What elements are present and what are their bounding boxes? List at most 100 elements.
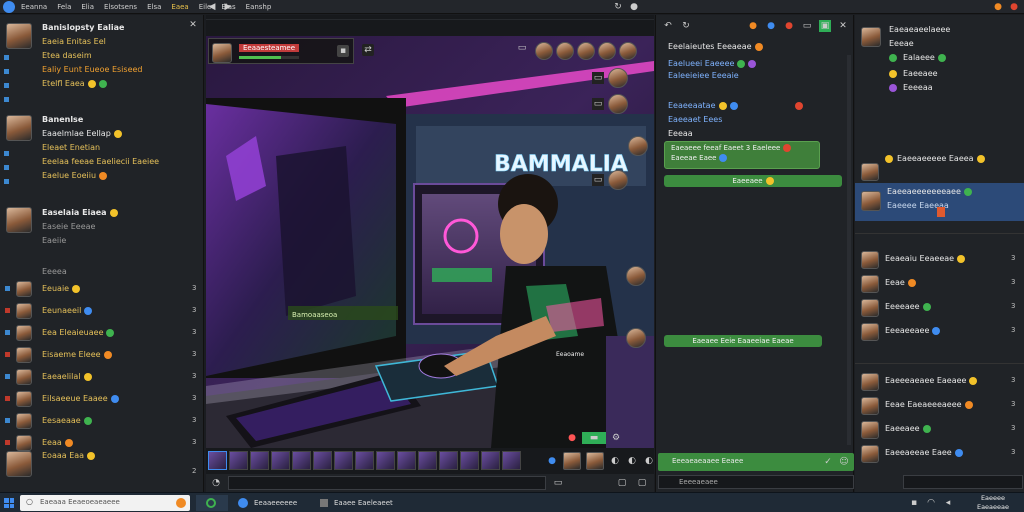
thumbnail[interactable]: [250, 451, 269, 470]
emoji-icon[interactable]: ◔: [210, 477, 222, 489]
close-icon[interactable]: ✕: [837, 20, 849, 32]
stream-input[interactable]: [228, 476, 546, 490]
avatar[interactable]: [861, 299, 879, 317]
emoji-icon[interactable]: ☺: [838, 456, 850, 468]
avatar[interactable]: [861, 445, 879, 463]
menu-item[interactable]: Elsa: [147, 3, 161, 11]
taskbar-app[interactable]: Eaaee Eaeleaeet: [318, 495, 408, 511]
thumbnail[interactable]: [481, 451, 500, 470]
viewer-avatar[interactable]: [563, 452, 581, 470]
tray-icon[interactable]: ▪: [908, 497, 920, 509]
viewer-avatar[interactable]: [608, 170, 628, 190]
user-row[interactable]: Eeaa: [42, 438, 73, 447]
user-row[interactable]: Eeeeaee: [885, 302, 931, 311]
viewer-avatar[interactable]: [598, 42, 616, 60]
avatar[interactable]: [16, 281, 32, 297]
viewer-avatar[interactable]: [626, 328, 646, 348]
cam-icon[interactable]: ▭: [592, 72, 604, 84]
thumbnail[interactable]: [271, 451, 290, 470]
avatar[interactable]: [861, 397, 879, 415]
back-icon[interactable]: ↶: [662, 20, 674, 32]
clock[interactable]: Eaeeee Eaeaeeae: [966, 494, 1020, 512]
share-icon[interactable]: ⇄: [362, 44, 374, 56]
avatar[interactable]: [16, 347, 32, 363]
viewer-avatar[interactable]: [586, 452, 604, 470]
maximize-icon[interactable]: ▣: [819, 20, 831, 32]
user-row[interactable]: Eeae: [885, 278, 916, 287]
scrollbar[interactable]: [847, 55, 851, 445]
firefox-icon[interactable]: ●: [747, 20, 759, 32]
user-row[interactable]: Eeeaeeaee: [885, 326, 941, 335]
thumbnail[interactable]: [397, 451, 416, 470]
menu-item[interactable]: Elia: [81, 3, 94, 11]
taskbar-app[interactable]: [196, 495, 228, 511]
thumbnail[interactable]: [439, 451, 458, 470]
send-icon[interactable]: ✓: [822, 456, 834, 468]
thumbnail[interactable]: [460, 451, 479, 470]
thumbnail[interactable]: [418, 451, 437, 470]
wifi-icon[interactable]: ◠: [925, 497, 937, 509]
menu-item[interactable]: Eanshp: [246, 3, 272, 11]
start-icon[interactable]: [4, 498, 14, 508]
user-row[interactable]: Eeuaie: [42, 284, 81, 293]
viewer-avatar[interactable]: [577, 42, 595, 60]
volume-icon[interactable]: ◂: [942, 497, 954, 509]
browser-icon[interactable]: ●: [765, 20, 777, 32]
send-icon[interactable]: ▭: [552, 477, 564, 489]
avatar[interactable]: [6, 23, 32, 49]
thumbnail[interactable]: [502, 451, 521, 470]
close-icon[interactable]: ✕: [187, 19, 199, 31]
avatar[interactable]: [16, 325, 32, 341]
forward-icon[interactable]: ▶: [222, 1, 234, 13]
selected-user-row[interactable]: Eaeeaeeeeeeeaee Eaeeee Eaeeaa: [855, 183, 1024, 221]
menu-item[interactable]: Elsotsens: [104, 3, 137, 11]
user-row[interactable]: Eaeeaee: [885, 424, 931, 433]
thumbnail[interactable]: [292, 451, 311, 470]
user-row[interactable]: Eeaeaiu Eeaeeae: [885, 254, 966, 263]
refresh-icon[interactable]: ↻: [612, 1, 624, 13]
settings-icon[interactable]: ⚙: [610, 432, 622, 444]
taskbar-app[interactable]: Eeaaeeeeee: [236, 495, 316, 511]
user-row[interactable]: Eisaeme Eleee: [42, 350, 112, 359]
more-icon[interactable]: ◐: [626, 455, 638, 467]
viewer-avatar[interactable]: [535, 42, 553, 60]
menu-item[interactable]: Fela: [57, 3, 71, 11]
user-row[interactable]: Eaeaelilal: [42, 372, 92, 381]
back-icon[interactable]: ◀: [206, 1, 218, 13]
thumbnail[interactable]: [229, 451, 248, 470]
stream-video[interactable]: BAMMALIA Bamoaaseoa Eeaoame Eeaaesteamee…: [206, 36, 654, 448]
user-row[interactable]: Eaeeaeeae Eaee: [885, 448, 963, 457]
avatar[interactable]: [6, 115, 32, 141]
thumbnail[interactable]: [355, 451, 374, 470]
avatar[interactable]: [6, 207, 32, 233]
avatar[interactable]: [861, 27, 881, 47]
record-icon[interactable]: ●: [566, 432, 578, 444]
globe-icon[interactable]: ●: [546, 455, 558, 467]
thumbnail[interactable]: [208, 451, 227, 470]
more-icon[interactable]: ◐: [609, 455, 621, 467]
user-row[interactable]: Eea Eleaieuaee: [42, 328, 115, 337]
menu-item[interactable]: Eaea: [171, 3, 188, 11]
user-row[interactable]: Eilsaeeue Eaaee: [42, 394, 119, 403]
cam-icon[interactable]: ▭: [592, 98, 604, 110]
attach-icon[interactable]: ▢: [636, 477, 648, 489]
avatar[interactable]: [861, 323, 879, 341]
viewer-avatar[interactable]: [619, 42, 637, 60]
avatar[interactable]: [861, 163, 879, 181]
viewer-avatar[interactable]: [608, 94, 628, 114]
avatar[interactable]: [861, 251, 879, 269]
notify-icon[interactable]: ●: [1008, 1, 1020, 13]
avatar[interactable]: [16, 391, 32, 407]
history-icon[interactable]: ↻: [680, 20, 692, 32]
reaction-icon[interactable]: [795, 102, 803, 110]
thumbnail[interactable]: [334, 451, 353, 470]
notify-icon[interactable]: ●: [992, 1, 1004, 13]
chat-icon[interactable]: ▭: [512, 42, 532, 54]
viewer-avatar[interactable]: [626, 266, 646, 286]
avatar[interactable]: [6, 451, 32, 477]
avatar[interactable]: [861, 373, 879, 391]
cam-icon[interactable]: ▭: [592, 174, 604, 186]
user-row[interactable]: Eeae Eaeaeeeaeee: [885, 400, 973, 409]
viewer-avatar[interactable]: [628, 136, 648, 156]
taskbar-search[interactable]: ○ Eaeaaa Eeaeoeaeaeee: [20, 495, 190, 511]
